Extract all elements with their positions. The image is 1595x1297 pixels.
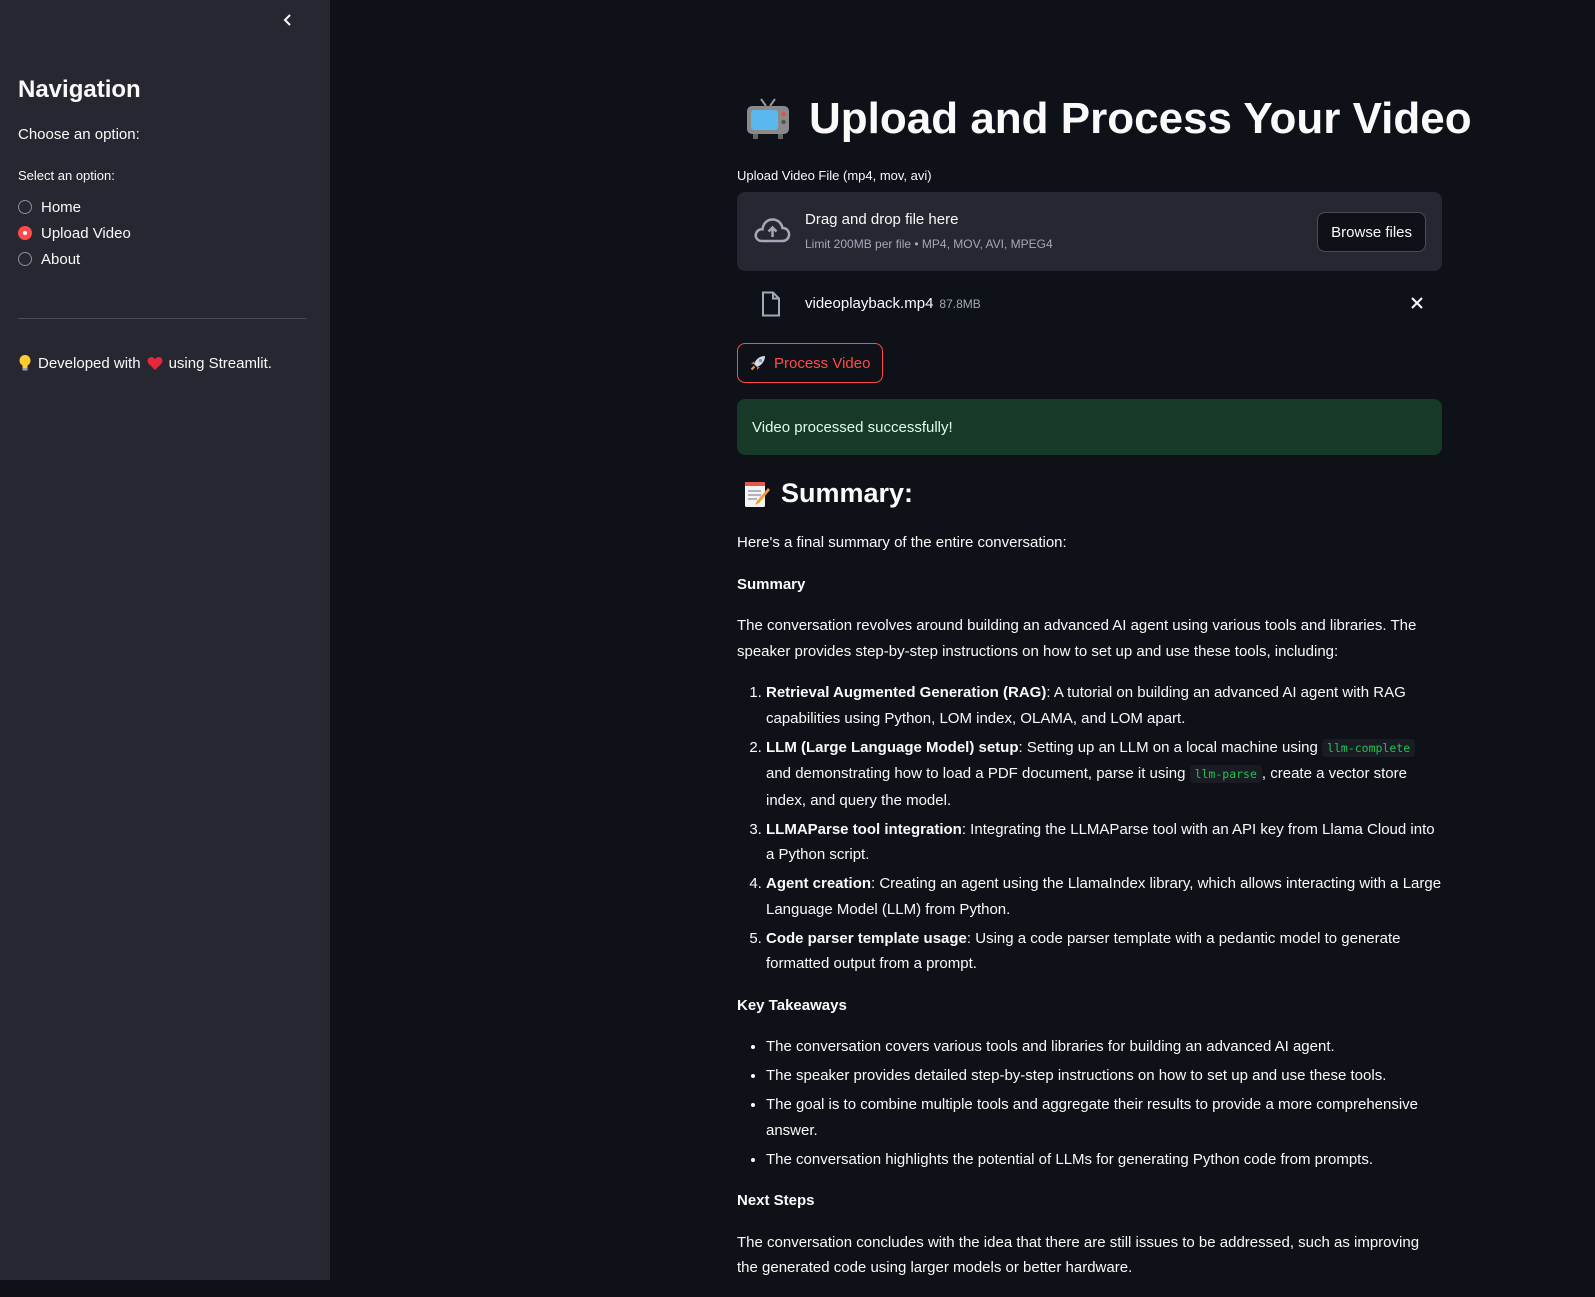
steps-list: Retrieval Augmented Generation (RAG): A … (737, 680, 1442, 977)
radio-button[interactable] (18, 252, 32, 266)
list-item: LLM (Large Language Model) setup: Settin… (766, 735, 1442, 814)
file-name: videoplayback.mp4 87.8MB (805, 295, 981, 312)
success-alert: Video processed successfully! (737, 399, 1442, 455)
file-size: 87.8MB (939, 297, 981, 311)
chevron-left-icon (283, 14, 291, 26)
sidebar-subtitle: Choose an option: (18, 126, 140, 143)
list-item: Retrieval Augmented Generation (RAG): A … (766, 680, 1442, 731)
title-row: Upload and Process Your Video (745, 94, 1472, 144)
step-title: Agent creation (766, 875, 872, 892)
step-text: : Setting up an LLM on a local machine u… (1018, 738, 1323, 756)
list-item: The speaker provides detailed step-by-st… (766, 1063, 1442, 1089)
step-title: LLMAParse tool integration (766, 820, 962, 838)
developed-with-suffix: using Streamlit. (168, 354, 272, 372)
summary-label: Summary (737, 575, 806, 593)
radio-group-label: Select an option: (18, 168, 115, 183)
step-title: Code parser template usage (766, 929, 967, 947)
step-title: LLM (Large Language Model) setup (766, 738, 1019, 756)
list-item: Code parser template usage: Using a code… (766, 926, 1442, 977)
list-item: The conversation covers various tools an… (766, 1034, 1442, 1060)
list-item: The conversation highlights the potentia… (766, 1147, 1442, 1173)
inline-code: llm-parse (1189, 765, 1262, 783)
step-text: and demonstrating how to load a PDF docu… (766, 765, 1190, 782)
step-title: Retrieval Augmented Generation (RAG) (766, 684, 1047, 701)
radio-option-about[interactable]: About (18, 248, 80, 270)
process-video-button[interactable]: Process Video (737, 343, 884, 383)
file-name-text: videoplayback.mp4 (805, 295, 934, 312)
summary-intro: Here's a final summary of the entire con… (737, 534, 1067, 551)
radio-option-home[interactable]: Home (18, 196, 81, 218)
page-title: Upload and Process Your Video (809, 94, 1472, 143)
dropzone-limit: Limit 200MB per file • MP4, MOV, AVI, MP… (805, 237, 1053, 251)
heart-icon (147, 356, 162, 370)
remove-file-button[interactable] (1410, 296, 1424, 315)
radio-option-label: About (41, 250, 81, 268)
radio-button[interactable] (18, 200, 32, 214)
list-item: Agent creation: Creating an agent using … (766, 871, 1442, 922)
next-steps-label: Next Steps (737, 1192, 815, 1209)
file-icon (762, 291, 780, 317)
summary-paragraph: The conversation revolves around buildin… (737, 617, 1417, 660)
sidebar: Navigation Choose an option: Select an o… (0, 0, 330, 1280)
collapse-sidebar-button[interactable] (276, 8, 300, 32)
next-steps-paragraph: The conversation concludes with the idea… (737, 1233, 1420, 1277)
radio-option-label: Upload Video (41, 224, 131, 242)
summary-content: Here's a final summary of the entire con… (737, 530, 1442, 1297)
radio-option-label: Home (41, 198, 82, 216)
cloud-upload-icon (754, 218, 791, 243)
takeaways-label: Key Takeaways (737, 996, 847, 1014)
television-icon (747, 98, 789, 139)
rocket-icon (750, 356, 765, 371)
summary-heading: Summary: (781, 478, 914, 508)
list-item: LLMAParse tool integration: Integrating … (766, 817, 1442, 868)
summary-heading-row: Summary: (743, 478, 913, 509)
browse-files-button[interactable]: Browse files (1317, 212, 1426, 252)
developed-with-prefix: Developed with (38, 354, 141, 372)
file-dropzone[interactable]: Drag and drop file here Limit 200MB per … (737, 192, 1442, 271)
dropzone-title: Drag and drop file here (805, 211, 959, 228)
uploaded-file-row: videoplayback.mp4 87.8MB (737, 288, 1442, 328)
inline-code: llm-complete (1322, 738, 1416, 757)
close-icon (1411, 297, 1423, 309)
takeaways-list: The conversation covers various tools an… (737, 1034, 1442, 1172)
sidebar-title: Navigation (18, 76, 141, 103)
memo-icon (745, 481, 770, 507)
developed-with-note: Developed with using Streamlit. (18, 354, 272, 372)
sidebar-divider (18, 318, 306, 319)
lightbulb-icon (19, 355, 31, 371)
radio-option-upload-video[interactable]: Upload Video (18, 222, 131, 244)
radio-button-selected[interactable] (18, 226, 32, 240)
process-video-label: Process Video (774, 354, 871, 372)
list-item: The goal is to combine multiple tools an… (766, 1092, 1442, 1143)
upload-label: Upload Video File (mp4, mov, avi) (737, 168, 932, 183)
